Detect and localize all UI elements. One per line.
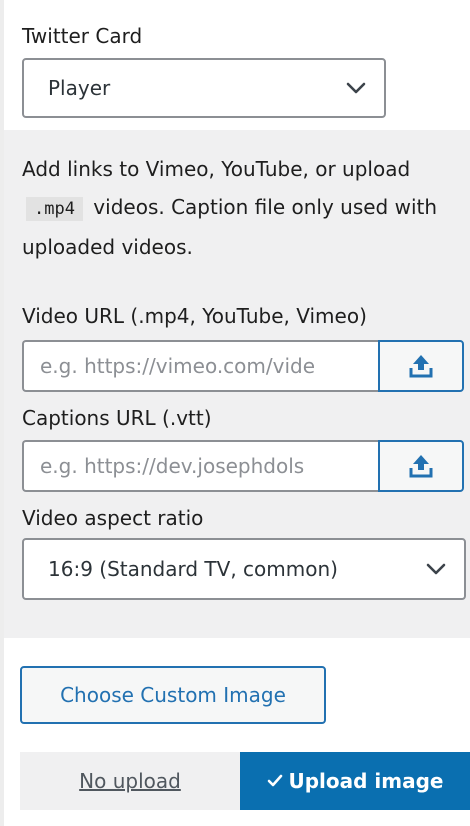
aspect-ratio-selected-value: 16:9 (Standard TV, common): [48, 557, 338, 581]
player-description-text-1: Add links to Vimeo, YouTube, or upload: [22, 157, 411, 181]
chevron-down-icon: [346, 82, 366, 94]
player-description: Add links to Vimeo, YouTube, or upload .…: [22, 150, 452, 266]
no-upload-toggle[interactable]: No upload: [20, 752, 240, 810]
player-description-text-2: videos. Caption file only used with uplo…: [22, 195, 438, 259]
upload-icon: [409, 355, 433, 378]
captions-url-upload-button[interactable]: [378, 440, 464, 492]
captions-url-group: e.g. https://dev.josephdols: [22, 440, 464, 492]
twitter-card-selected-value: Player: [48, 76, 111, 100]
check-icon: [267, 774, 282, 787]
captions-url-input[interactable]: e.g. https://dev.josephdols: [22, 440, 378, 492]
video-url-input[interactable]: e.g. https://vimeo.com/vide: [22, 340, 378, 392]
video-url-upload-button[interactable]: [378, 340, 464, 392]
upload-icon: [409, 455, 433, 478]
aspect-ratio-label: Video aspect ratio: [22, 506, 204, 530]
twitter-card-label: Twitter Card: [22, 24, 143, 48]
video-url-label: Video URL (.mp4, YouTube, Vimeo): [22, 304, 367, 328]
mp4-code-label: .mp4: [26, 197, 83, 221]
upload-image-toggle[interactable]: Upload image: [240, 752, 470, 810]
upload-image-label: Upload image: [288, 769, 444, 793]
choose-custom-image-button[interactable]: Choose Custom Image: [20, 666, 326, 724]
twitter-card-panel: Twitter Card Player Add links to Vimeo, …: [0, 0, 470, 826]
chevron-down-icon: [426, 563, 446, 575]
captions-url-label: Captions URL (.vtt): [22, 406, 212, 430]
aspect-ratio-select[interactable]: 16:9 (Standard TV, common): [22, 538, 466, 600]
twitter-card-select[interactable]: Player: [22, 58, 386, 118]
video-url-group: e.g. https://vimeo.com/vide: [22, 340, 464, 392]
